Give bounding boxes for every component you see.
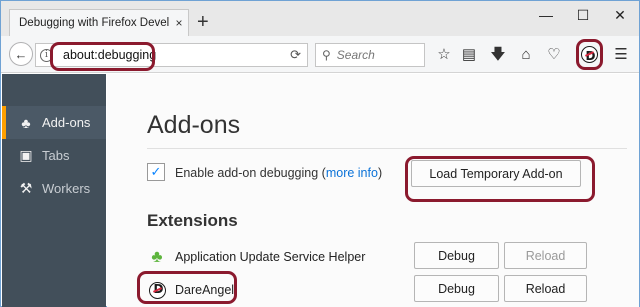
dareangel-icon: D [147, 280, 167, 300]
tab-title: Debugging with Firefox Devel… [19, 17, 170, 29]
home-icon[interactable]: ⌂ [516, 45, 536, 65]
search-placeholder: Search [336, 48, 375, 62]
download-icon[interactable]: 🡇 [488, 45, 508, 65]
sidebar: ♣ Add-ons ▣ Tabs ⚒ Workers [2, 74, 106, 307]
tab-debugging[interactable]: Debugging with Firefox Devel… × [9, 9, 189, 36]
sidebar-item-addons[interactable]: ♣ Add-ons [2, 106, 106, 139]
extensions-heading: Extensions [147, 211, 238, 230]
new-tab-button[interactable]: + [197, 12, 209, 32]
enable-label-suffix: ) [377, 166, 383, 180]
list-item: ♣ Application Update Service Helper [147, 247, 365, 267]
main-content: Add-ons ✓ Enable add-on debugging (more … [107, 74, 639, 307]
back-arrow-icon: ← [14, 46, 28, 62]
extension-name: Application Update Service Helper [175, 250, 366, 264]
divider [147, 148, 627, 149]
bookmark-star-icon[interactable]: ☆ [434, 45, 454, 65]
tab-close-icon[interactable]: × [170, 16, 188, 30]
reload-icon[interactable]: ⟳ [290, 47, 301, 63]
browser-window: Debugging with Firefox Devel… × + — ☐ ✕ … [0, 0, 640, 307]
nav-bar: ← i about:debugging ⟳ ⚲ Search ☆ ▤ 🡇 ⌂ ♡… [1, 36, 639, 73]
enable-label-text: Enable add-on debugging ( [175, 166, 326, 180]
search-icon: ⚲ [322, 48, 331, 62]
checkmark-icon: ✓ [150, 164, 162, 179]
tabs-icon: ▣ [19, 147, 33, 163]
reading-list-icon[interactable]: ▤ [459, 45, 479, 65]
url-bar[interactable]: i about:debugging ⟳ [35, 43, 308, 67]
search-input[interactable]: ⚲ Search [315, 43, 425, 67]
menu-icon[interactable]: ☰ [611, 45, 631, 65]
dareangel-icon[interactable]: D [579, 44, 599, 64]
puzzle-icon: ♣ [151, 247, 163, 266]
extension-name: DareAngel [175, 283, 235, 297]
url-text[interactable]: about:debugging [63, 48, 156, 62]
more-info-link[interactable]: more info [326, 166, 378, 180]
close-window-icon[interactable]: ✕ [610, 7, 630, 24]
list-item: D DareAngel [147, 280, 234, 300]
back-button[interactable]: ← [9, 42, 33, 66]
load-temporary-addon-button[interactable]: Load Temporary Add-on [411, 160, 581, 187]
enable-debugging-label: Enable add-on debugging (more info) [175, 166, 382, 180]
sidebar-item-label: Tabs [42, 148, 70, 163]
page-title: Add-ons [147, 111, 241, 139]
debug-button[interactable]: Debug [414, 275, 499, 302]
pocket-icon[interactable]: ♡ [544, 45, 564, 65]
tab-strip: Debugging with Firefox Devel… × + — ☐ ✕ [1, 1, 639, 36]
sidebar-item-workers[interactable]: ⚒ Workers [2, 172, 106, 205]
reload-button[interactable]: Reload [504, 242, 587, 269]
debug-button[interactable]: Debug [414, 242, 499, 269]
puzzle-icon: ♣ [21, 114, 31, 131]
sidebar-item-tabs[interactable]: ▣ Tabs [2, 139, 106, 172]
sidebar-item-label: Workers [42, 181, 91, 196]
maximize-icon[interactable]: ☐ [573, 7, 593, 24]
enable-debugging-checkbox[interactable]: ✓ [147, 163, 165, 181]
reload-button[interactable]: Reload [504, 275, 587, 302]
workers-icon: ⚒ [19, 180, 33, 196]
sidebar-item-label: Add-ons [42, 115, 91, 130]
minimize-icon[interactable]: — [536, 7, 556, 23]
info-icon[interactable]: i [40, 48, 53, 62]
